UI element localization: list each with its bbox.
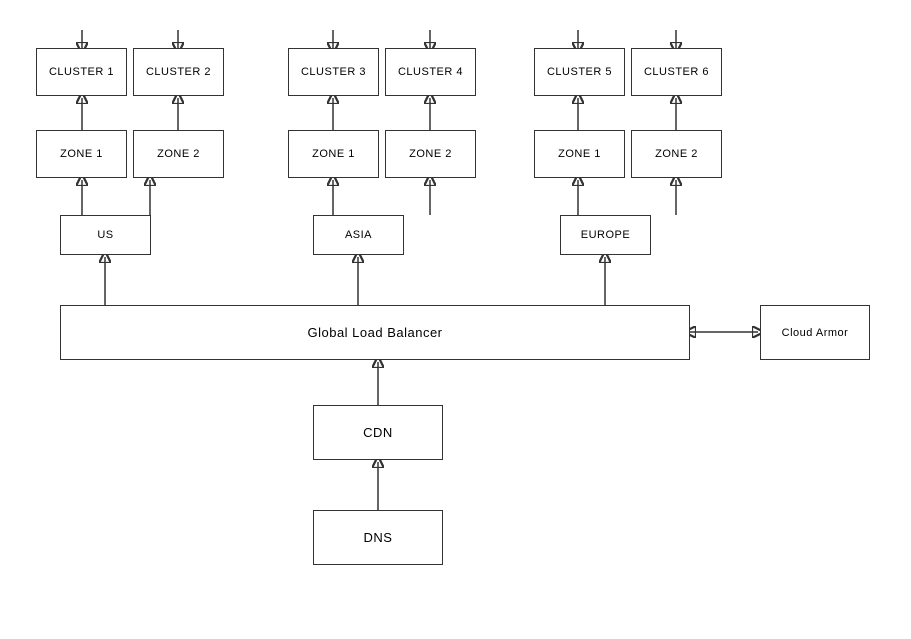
cluster2-box: CLUSTER 2 <box>133 48 224 96</box>
zone2-eu-box: ZONE 2 <box>631 130 722 178</box>
cluster1-box: CLUSTER 1 <box>36 48 127 96</box>
dns-box: DNS <box>313 510 443 565</box>
us-box: US <box>60 215 151 255</box>
cluster6-box: CLUSTER 6 <box>631 48 722 96</box>
glb-box: Global Load Balancer <box>60 305 690 360</box>
cluster5-box: CLUSTER 5 <box>534 48 625 96</box>
cdn-box: CDN <box>313 405 443 460</box>
zone1-asia-box: ZONE 1 <box>288 130 379 178</box>
cluster4-box: CLUSTER 4 <box>385 48 476 96</box>
cloud-armor-box: Cloud Armor <box>760 305 870 360</box>
zone2-asia-box: ZONE 2 <box>385 130 476 178</box>
europe-box: EUROPE <box>560 215 651 255</box>
diagram: CLUSTER 1 CLUSTER 2 CLUSTER 3 CLUSTER 4 … <box>0 0 911 639</box>
zone2-us-box: ZONE 2 <box>133 130 224 178</box>
cluster3-box: CLUSTER 3 <box>288 48 379 96</box>
zone1-us-box: ZONE 1 <box>36 130 127 178</box>
zone1-eu-box: ZONE 1 <box>534 130 625 178</box>
asia-box: ASIA <box>313 215 404 255</box>
